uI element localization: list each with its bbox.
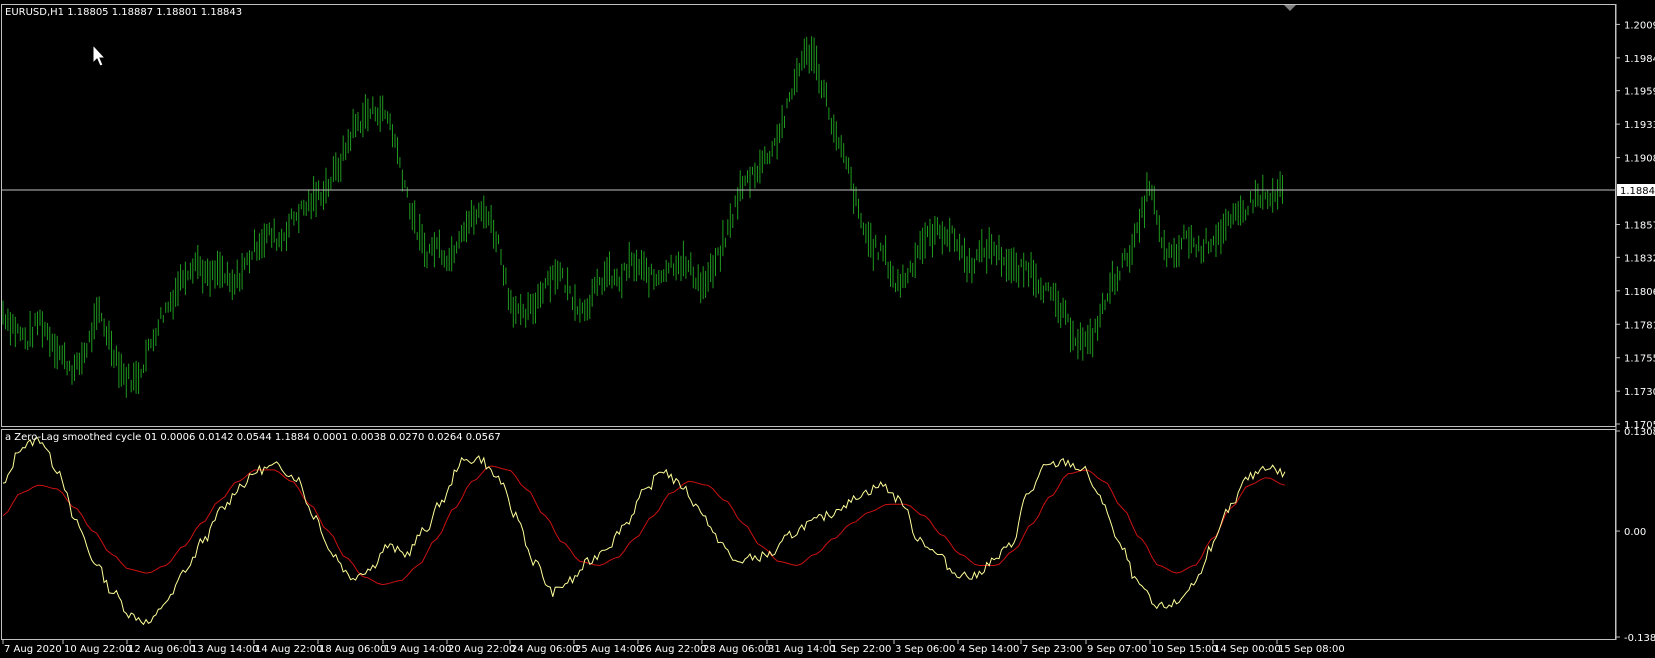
time-tick-label: 9 Sep 07:00 [1087, 644, 1147, 655]
time-tick-label: 10 Aug 22:00 [64, 644, 131, 655]
time-tick-label: 1 Sep 22:00 [831, 644, 891, 655]
time-tick-label: 13 Aug 14:00 [191, 644, 258, 655]
price-tick-label: 1.19335 [1624, 120, 1655, 131]
indicator-panel-frame [1, 429, 1616, 640]
time-tick-label: 24 Aug 06:00 [511, 644, 578, 655]
price-tick-label: 1.18320 [1624, 253, 1655, 264]
time-tick-label: 12 Aug 06:00 [128, 644, 195, 655]
indicator-axis: 0.1308 0.00 -0.1385 [1616, 427, 1655, 644]
price-bars [2, 36, 1283, 398]
price-panel-frame [1, 4, 1616, 427]
time-tick-label: 15 Sep 08:00 [1278, 644, 1345, 655]
time-tick-label: 7 Sep 23:00 [1022, 644, 1082, 655]
price-tick-label: 1.19590 [1624, 87, 1655, 98]
time-tick-label: 10 Sep 15:00 [1151, 644, 1218, 655]
price-tick-label: 1.19080 [1624, 154, 1655, 165]
indicator-tick-label: -0.1385 [1624, 633, 1655, 644]
current-price-tag: 1.18843 [1617, 184, 1655, 197]
cycle-fast-line [2, 437, 1286, 626]
time-tick-label: 14 Aug 22:00 [255, 644, 322, 655]
price-tick-label: 1.18065 [1624, 287, 1655, 298]
current-price-text: 1.18843 [1620, 186, 1655, 197]
time-tick-label: 3 Sep 06:00 [895, 644, 955, 655]
price-tick-label: 1.17810 [1624, 320, 1655, 331]
indicator-tick-label: 0.1308 [1624, 427, 1655, 438]
time-tick-label: 7 Aug 2020 [4, 644, 62, 655]
price-tick-label: 1.18570 [1624, 221, 1655, 232]
chart-window[interactable]: 1.20095 1.19840 1.19590 1.19335 1.19080 1.185… [0, 0, 1655, 658]
shift-marker-icon[interactable] [1284, 5, 1296, 11]
mouse-cursor-icon [92, 43, 107, 67]
indicator-tick-label: 0.00 [1624, 527, 1646, 538]
price-tick-label: 1.20095 [1624, 20, 1655, 31]
time-tick-label: 19 Aug 14:00 [384, 644, 451, 655]
time-tick-label: 4 Sep 14:00 [959, 644, 1019, 655]
price-tick-label: 1.17300 [1624, 387, 1655, 398]
time-tick-label: 28 Aug 06:00 [703, 644, 770, 655]
time-tick-label: 14 Sep 00:00 [1214, 644, 1281, 655]
time-tick-label: 20 Aug 22:00 [448, 644, 515, 655]
price-axis: 1.20095 1.19840 1.19590 1.19335 1.19080 1.185… [1615, 4, 1655, 640]
cycle-slow-line [2, 465, 1286, 586]
price-tick-label: 1.19840 [1624, 54, 1655, 65]
symbol-header: EURUSD,H1 1.18805 1.18887 1.18801 1.1884… [5, 7, 242, 18]
time-tick-label: 25 Aug 14:00 [575, 644, 642, 655]
time-tick-label: 26 Aug 22:00 [639, 644, 706, 655]
time-tick-label: 18 Aug 06:00 [319, 644, 386, 655]
price-tick-label: 1.17555 [1624, 354, 1655, 365]
indicator-header: a Zero-Lag smoothed cycle 01 0.0006 0.01… [5, 432, 501, 443]
time-axis: 7 Aug 2020 10 Aug 22:0012 Aug 06:0013 Aug… [2, 640, 1345, 655]
cycle-lines [2, 437, 1286, 626]
time-tick-label: 31 Aug 14:00 [768, 644, 835, 655]
